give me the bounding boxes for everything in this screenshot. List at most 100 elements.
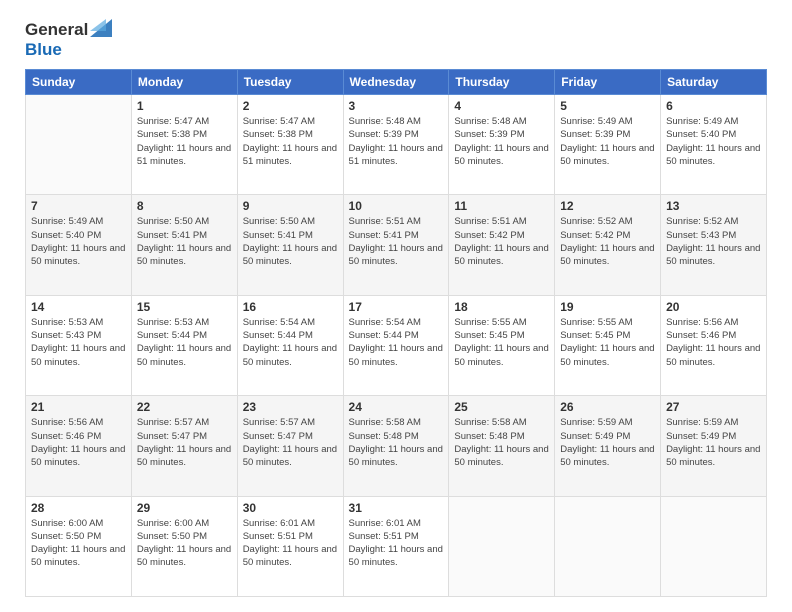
day-info: Sunrise: 6:01 AM Sunset: 5:51 PM Dayligh… [243,517,338,570]
calendar-cell [449,496,555,596]
day-number: 24 [349,400,444,414]
day-number: 18 [454,300,549,314]
weekday-header: Tuesday [237,70,343,95]
day-number: 16 [243,300,338,314]
day-info: Sunrise: 6:01 AM Sunset: 5:51 PM Dayligh… [349,517,444,570]
day-info: Sunrise: 5:59 AM Sunset: 5:49 PM Dayligh… [666,416,761,469]
day-info: Sunrise: 5:47 AM Sunset: 5:38 PM Dayligh… [243,115,338,168]
calendar-cell: 26 Sunrise: 5:59 AM Sunset: 5:49 PM Dayli… [555,396,661,496]
day-info: Sunrise: 5:51 AM Sunset: 5:42 PM Dayligh… [454,215,549,268]
day-info: Sunrise: 5:50 AM Sunset: 5:41 PM Dayligh… [137,215,232,268]
day-number: 22 [137,400,232,414]
calendar-cell: 27 Sunrise: 5:59 AM Sunset: 5:49 PM Dayli… [661,396,767,496]
day-number: 31 [349,501,444,515]
day-number: 12 [560,199,655,213]
day-number: 2 [243,99,338,113]
calendar-cell: 18 Sunrise: 5:55 AM Sunset: 5:45 PM Dayli… [449,295,555,395]
calendar-cell: 29 Sunrise: 6:00 AM Sunset: 5:50 PM Dayli… [131,496,237,596]
calendar-cell [555,496,661,596]
day-number: 7 [31,199,126,213]
calendar-cell: 16 Sunrise: 5:54 AM Sunset: 5:44 PM Dayli… [237,295,343,395]
day-number: 28 [31,501,126,515]
calendar-week-row: 1 Sunrise: 5:47 AM Sunset: 5:38 PM Daylig… [26,95,767,195]
day-info: Sunrise: 5:49 AM Sunset: 5:40 PM Dayligh… [666,115,761,168]
logo-text: General Blue [25,20,112,59]
calendar-week-row: 28 Sunrise: 6:00 AM Sunset: 5:50 PM Dayli… [26,496,767,596]
weekday-header: Monday [131,70,237,95]
calendar-cell: 25Sunrise: 5:58 AM Sunset: 5:48 PM Dayli… [449,396,555,496]
calendar-week-row: 21Sunrise: 5:56 AM Sunset: 5:46 PM Dayli… [26,396,767,496]
calendar-cell: 6 Sunrise: 5:49 AM Sunset: 5:40 PM Daylig… [661,95,767,195]
calendar-cell: 15 Sunrise: 5:53 AM Sunset: 5:44 PM Dayli… [131,295,237,395]
calendar-cell: 11 Sunrise: 5:51 AM Sunset: 5:42 PM Dayli… [449,195,555,295]
day-info: Sunrise: 5:54 AM Sunset: 5:44 PM Dayligh… [349,316,444,369]
calendar-week-row: 7 Sunrise: 5:49 AM Sunset: 5:40 PM Daylig… [26,195,767,295]
day-number: 26 [560,400,655,414]
day-number: 14 [31,300,126,314]
calendar-cell: 24Sunrise: 5:58 AM Sunset: 5:48 PM Dayli… [343,396,449,496]
calendar-cell: 20 Sunrise: 5:56 AM Sunset: 5:46 PM Dayli… [661,295,767,395]
calendar-cell: 3Sunrise: 5:48 AM Sunset: 5:39 PM Daylig… [343,95,449,195]
day-info: Sunrise: 5:56 AM Sunset: 5:46 PM Dayligh… [31,416,126,469]
day-number: 27 [666,400,761,414]
day-number: 15 [137,300,232,314]
logo: General Blue [25,20,112,59]
day-info: Sunrise: 5:55 AM Sunset: 5:45 PM Dayligh… [560,316,655,369]
day-number: 9 [243,199,338,213]
day-number: 30 [243,501,338,515]
header: General Blue [25,20,767,59]
day-number: 29 [137,501,232,515]
day-info: Sunrise: 6:00 AM Sunset: 5:50 PM Dayligh… [137,517,232,570]
day-number: 1 [137,99,232,113]
day-info: Sunrise: 5:53 AM Sunset: 5:44 PM Dayligh… [137,316,232,369]
calendar-table: SundayMondayTuesdayWednesdayThursdayFrid… [25,69,767,597]
calendar-cell: 28 Sunrise: 6:00 AM Sunset: 5:50 PM Dayli… [26,496,132,596]
day-info: Sunrise: 5:47 AM Sunset: 5:38 PM Dayligh… [137,115,232,168]
day-info: Sunrise: 5:53 AM Sunset: 5:43 PM Dayligh… [31,316,126,369]
day-info: Sunrise: 5:52 AM Sunset: 5:42 PM Dayligh… [560,215,655,268]
day-info: Sunrise: 5:49 AM Sunset: 5:40 PM Dayligh… [31,215,126,268]
weekday-header: Thursday [449,70,555,95]
logo-arrow-icon [90,19,112,37]
day-info: Sunrise: 5:49 AM Sunset: 5:39 PM Dayligh… [560,115,655,168]
day-info: Sunrise: 6:00 AM Sunset: 5:50 PM Dayligh… [31,517,126,570]
calendar-cell: 5 Sunrise: 5:49 AM Sunset: 5:39 PM Daylig… [555,95,661,195]
day-info: Sunrise: 5:50 AM Sunset: 5:41 PM Dayligh… [243,215,338,268]
calendar-cell: 23Sunrise: 5:57 AM Sunset: 5:47 PM Dayli… [237,396,343,496]
calendar-cell: 10Sunrise: 5:51 AM Sunset: 5:41 PM Dayli… [343,195,449,295]
day-number: 4 [454,99,549,113]
calendar-header-row: SundayMondayTuesdayWednesdayThursdayFrid… [26,70,767,95]
calendar-cell: 8 Sunrise: 5:50 AM Sunset: 5:41 PM Daylig… [131,195,237,295]
day-number: 8 [137,199,232,213]
day-info: Sunrise: 5:55 AM Sunset: 5:45 PM Dayligh… [454,316,549,369]
day-info: Sunrise: 5:51 AM Sunset: 5:41 PM Dayligh… [349,215,444,268]
calendar-cell: 22 Sunrise: 5:57 AM Sunset: 5:47 PM Dayli… [131,396,237,496]
day-number: 6 [666,99,761,113]
calendar-cell: 13Sunrise: 5:52 AM Sunset: 5:43 PM Dayli… [661,195,767,295]
calendar-cell: 31 Sunrise: 6:01 AM Sunset: 5:51 PM Dayli… [343,496,449,596]
day-info: Sunrise: 5:48 AM Sunset: 5:39 PM Dayligh… [454,115,549,168]
calendar-cell: 7 Sunrise: 5:49 AM Sunset: 5:40 PM Daylig… [26,195,132,295]
calendar-cell: 30 Sunrise: 6:01 AM Sunset: 5:51 PM Dayli… [237,496,343,596]
day-info: Sunrise: 5:57 AM Sunset: 5:47 PM Dayligh… [137,416,232,469]
day-info: Sunrise: 5:54 AM Sunset: 5:44 PM Dayligh… [243,316,338,369]
calendar-cell: 1 Sunrise: 5:47 AM Sunset: 5:38 PM Daylig… [131,95,237,195]
day-info: Sunrise: 5:56 AM Sunset: 5:46 PM Dayligh… [666,316,761,369]
day-info: Sunrise: 5:59 AM Sunset: 5:49 PM Dayligh… [560,416,655,469]
day-number: 20 [666,300,761,314]
day-number: 5 [560,99,655,113]
weekday-header: Wednesday [343,70,449,95]
day-number: 17 [349,300,444,314]
calendar-cell: 4 Sunrise: 5:48 AM Sunset: 5:39 PM Daylig… [449,95,555,195]
weekday-header: Friday [555,70,661,95]
calendar-cell [26,95,132,195]
day-number: 11 [454,199,549,213]
weekday-header: Sunday [26,70,132,95]
logo-blue: Blue [25,40,62,60]
day-number: 19 [560,300,655,314]
day-number: 23 [243,400,338,414]
logo-general: General [25,20,88,40]
calendar-cell: 17 Sunrise: 5:54 AM Sunset: 5:44 PM Dayli… [343,295,449,395]
calendar-cell: 21Sunrise: 5:56 AM Sunset: 5:46 PM Dayli… [26,396,132,496]
calendar-cell: 12 Sunrise: 5:52 AM Sunset: 5:42 PM Dayli… [555,195,661,295]
